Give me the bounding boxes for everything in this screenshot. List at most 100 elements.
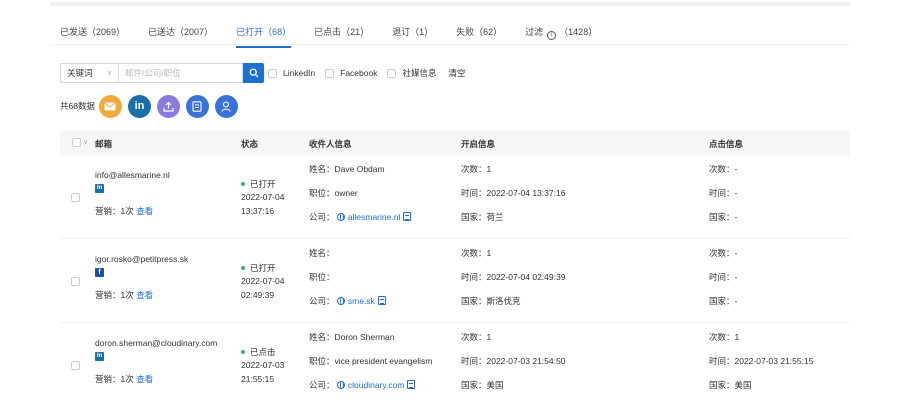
facebook-icon[interactable]: f <box>95 268 104 277</box>
recipient-title: 职位： <box>309 272 335 282</box>
record-count: 共68数据 <box>60 101 95 111</box>
tab-filtered[interactable]: 过滤 i （1428） <box>525 24 597 44</box>
email-tracking-page: 已发送（2069） 已送达（2007） 已打开（68） 已点击（21） 退订（1… <box>0 0 900 400</box>
select-all-checkbox[interactable] <box>72 138 81 147</box>
social-info-filter-checkbox[interactable]: 社媒信息 <box>387 67 437 79</box>
status-dot <box>241 350 245 354</box>
status-dot <box>241 182 245 186</box>
row-status: 已打开 <box>241 178 276 190</box>
click-count: 次数：- <box>709 164 738 174</box>
row-marketing-count: 营销：1次 查看 <box>95 373 153 385</box>
column-header-recipient: 收件人信息 <box>309 139 352 149</box>
column-header-status: 状态 <box>241 139 259 149</box>
linkedin-icon: in <box>134 100 145 112</box>
open-count: 次数：1 <box>461 332 492 342</box>
mail-icon <box>104 102 116 110</box>
social-info-filter-label: 社媒信息 <box>402 68 437 78</box>
row-email: info@allesmarine.nl <box>95 170 170 180</box>
company-link[interactable]: cloudinary.com <box>348 380 405 390</box>
view-link[interactable]: 查看 <box>136 290 153 300</box>
company-label: 公司： <box>309 380 335 390</box>
click-count: 次数：- <box>709 248 738 258</box>
clear-button[interactable]: 清空 <box>449 67 466 79</box>
tab-failed[interactable]: 失败（62） <box>456 24 502 44</box>
recipient-name: 姓名： <box>309 248 335 258</box>
user-icon <box>221 100 232 112</box>
row-checkbox[interactable] <box>71 277 80 286</box>
info-icon[interactable]: i <box>546 31 556 40</box>
open-time: 时间：2022-07-04 02:49:39 <box>461 272 566 282</box>
click-country: 国家：- <box>709 296 738 306</box>
status-dot <box>241 266 245 270</box>
view-link[interactable]: 查看 <box>136 374 153 384</box>
recipient-company: 公司： sme.sk <box>309 295 386 307</box>
company-label: 公司： <box>309 296 335 306</box>
click-country: 国家：美国 <box>709 380 752 390</box>
row-checkbox[interactable] <box>71 193 80 202</box>
linkedin-filter-checkbox[interactable]: LinkedIn <box>268 68 315 78</box>
facebook-filter-checkbox[interactable]: Facebook <box>325 68 377 78</box>
marketing-label: 营销：1次 <box>95 374 134 384</box>
open-country: 国家：荷兰 <box>461 212 504 222</box>
tab-filtered-count: （1428） <box>559 27 598 37</box>
click-country: 国家：- <box>709 212 738 222</box>
recipient-company: 公司： allesmarine.nl <box>309 211 412 223</box>
row-marketing-count: 营销：1次 查看 <box>95 289 153 301</box>
top-divider <box>50 2 850 6</box>
export-button[interactable] <box>156 94 180 118</box>
linkedin-icon[interactable]: in <box>95 184 104 193</box>
document-icon[interactable] <box>407 380 416 389</box>
tab-opened[interactable]: 已打开（68） <box>236 24 292 48</box>
marketing-label: 营销：1次 <box>95 290 134 300</box>
linkedin-filter-label: LinkedIn <box>283 68 316 78</box>
row-status: 已打开 <box>241 262 276 274</box>
keyword-type-select[interactable]: 关键词 ∨ <box>60 63 118 83</box>
company-link[interactable]: sme.sk <box>348 296 375 306</box>
checkbox[interactable] <box>387 68 397 78</box>
checkbox[interactable] <box>268 68 277 78</box>
row-checkbox[interactable] <box>71 361 80 370</box>
linkedin-icon[interactable]: in <box>95 352 104 361</box>
search-button[interactable] <box>243 63 264 83</box>
status-tabs: 已发送（2069） 已送达（2007） 已打开（68） 已点击（21） 退订（1… <box>60 24 620 48</box>
row-divider <box>60 238 850 239</box>
row-divider <box>60 322 850 323</box>
search-input[interactable] <box>118 63 243 83</box>
status-label: 已点击 <box>250 347 276 357</box>
company-link[interactable]: allesmarine.nl <box>348 212 400 222</box>
checkbox[interactable] <box>325 68 335 78</box>
document-icon[interactable] <box>403 212 412 221</box>
mail-button[interactable] <box>98 94 122 118</box>
open-count: 次数：1 <box>461 164 492 174</box>
tab-delivered[interactable]: 已送达（2007） <box>148 24 213 44</box>
tabs-divider <box>50 44 850 45</box>
view-link[interactable]: 查看 <box>136 206 153 216</box>
open-count: 次数：1 <box>461 248 492 258</box>
recipient-name: 姓名：Dave Obdam <box>309 164 385 174</box>
row-email: igor.rosko@petitpress.sk <box>95 254 189 264</box>
click-time: 时间：- <box>709 272 738 282</box>
globe-icon <box>336 297 345 305</box>
row-status-date: 2022-07-03 <box>241 360 285 370</box>
row-marketing-count: 营销：1次 查看 <box>95 205 153 217</box>
tab-unsubscribed[interactable]: 退订（1） <box>392 24 433 44</box>
row-status-time: 02:49:39 <box>241 290 275 300</box>
recipient-title: 职位：vice president evangelism <box>309 356 433 366</box>
upload-icon <box>163 101 174 112</box>
status-label: 已打开 <box>250 263 276 273</box>
document-icon[interactable] <box>377 296 386 305</box>
tab-sent[interactable]: 已发送（2069） <box>60 24 125 44</box>
column-header-click: 点击信息 <box>709 139 744 149</box>
status-label: 已打开 <box>250 179 276 189</box>
tab-clicked[interactable]: 已点击（21） <box>314 24 369 44</box>
marketing-label: 营销：1次 <box>95 206 134 216</box>
linkedin-button[interactable]: in <box>127 94 151 118</box>
row-status-date: 2022-07-04 <box>241 276 285 286</box>
click-time: 时间：- <box>709 188 738 198</box>
chevron-down-icon[interactable]: ∨ <box>83 138 88 146</box>
recipient-title: 职位：owner <box>309 188 358 198</box>
user-button[interactable] <box>214 94 238 118</box>
document-button[interactable] <box>185 94 209 118</box>
row-status-date: 2022-07-04 <box>241 192 285 202</box>
click-time: 时间：2022-07-03 21:55:15 <box>709 356 814 366</box>
